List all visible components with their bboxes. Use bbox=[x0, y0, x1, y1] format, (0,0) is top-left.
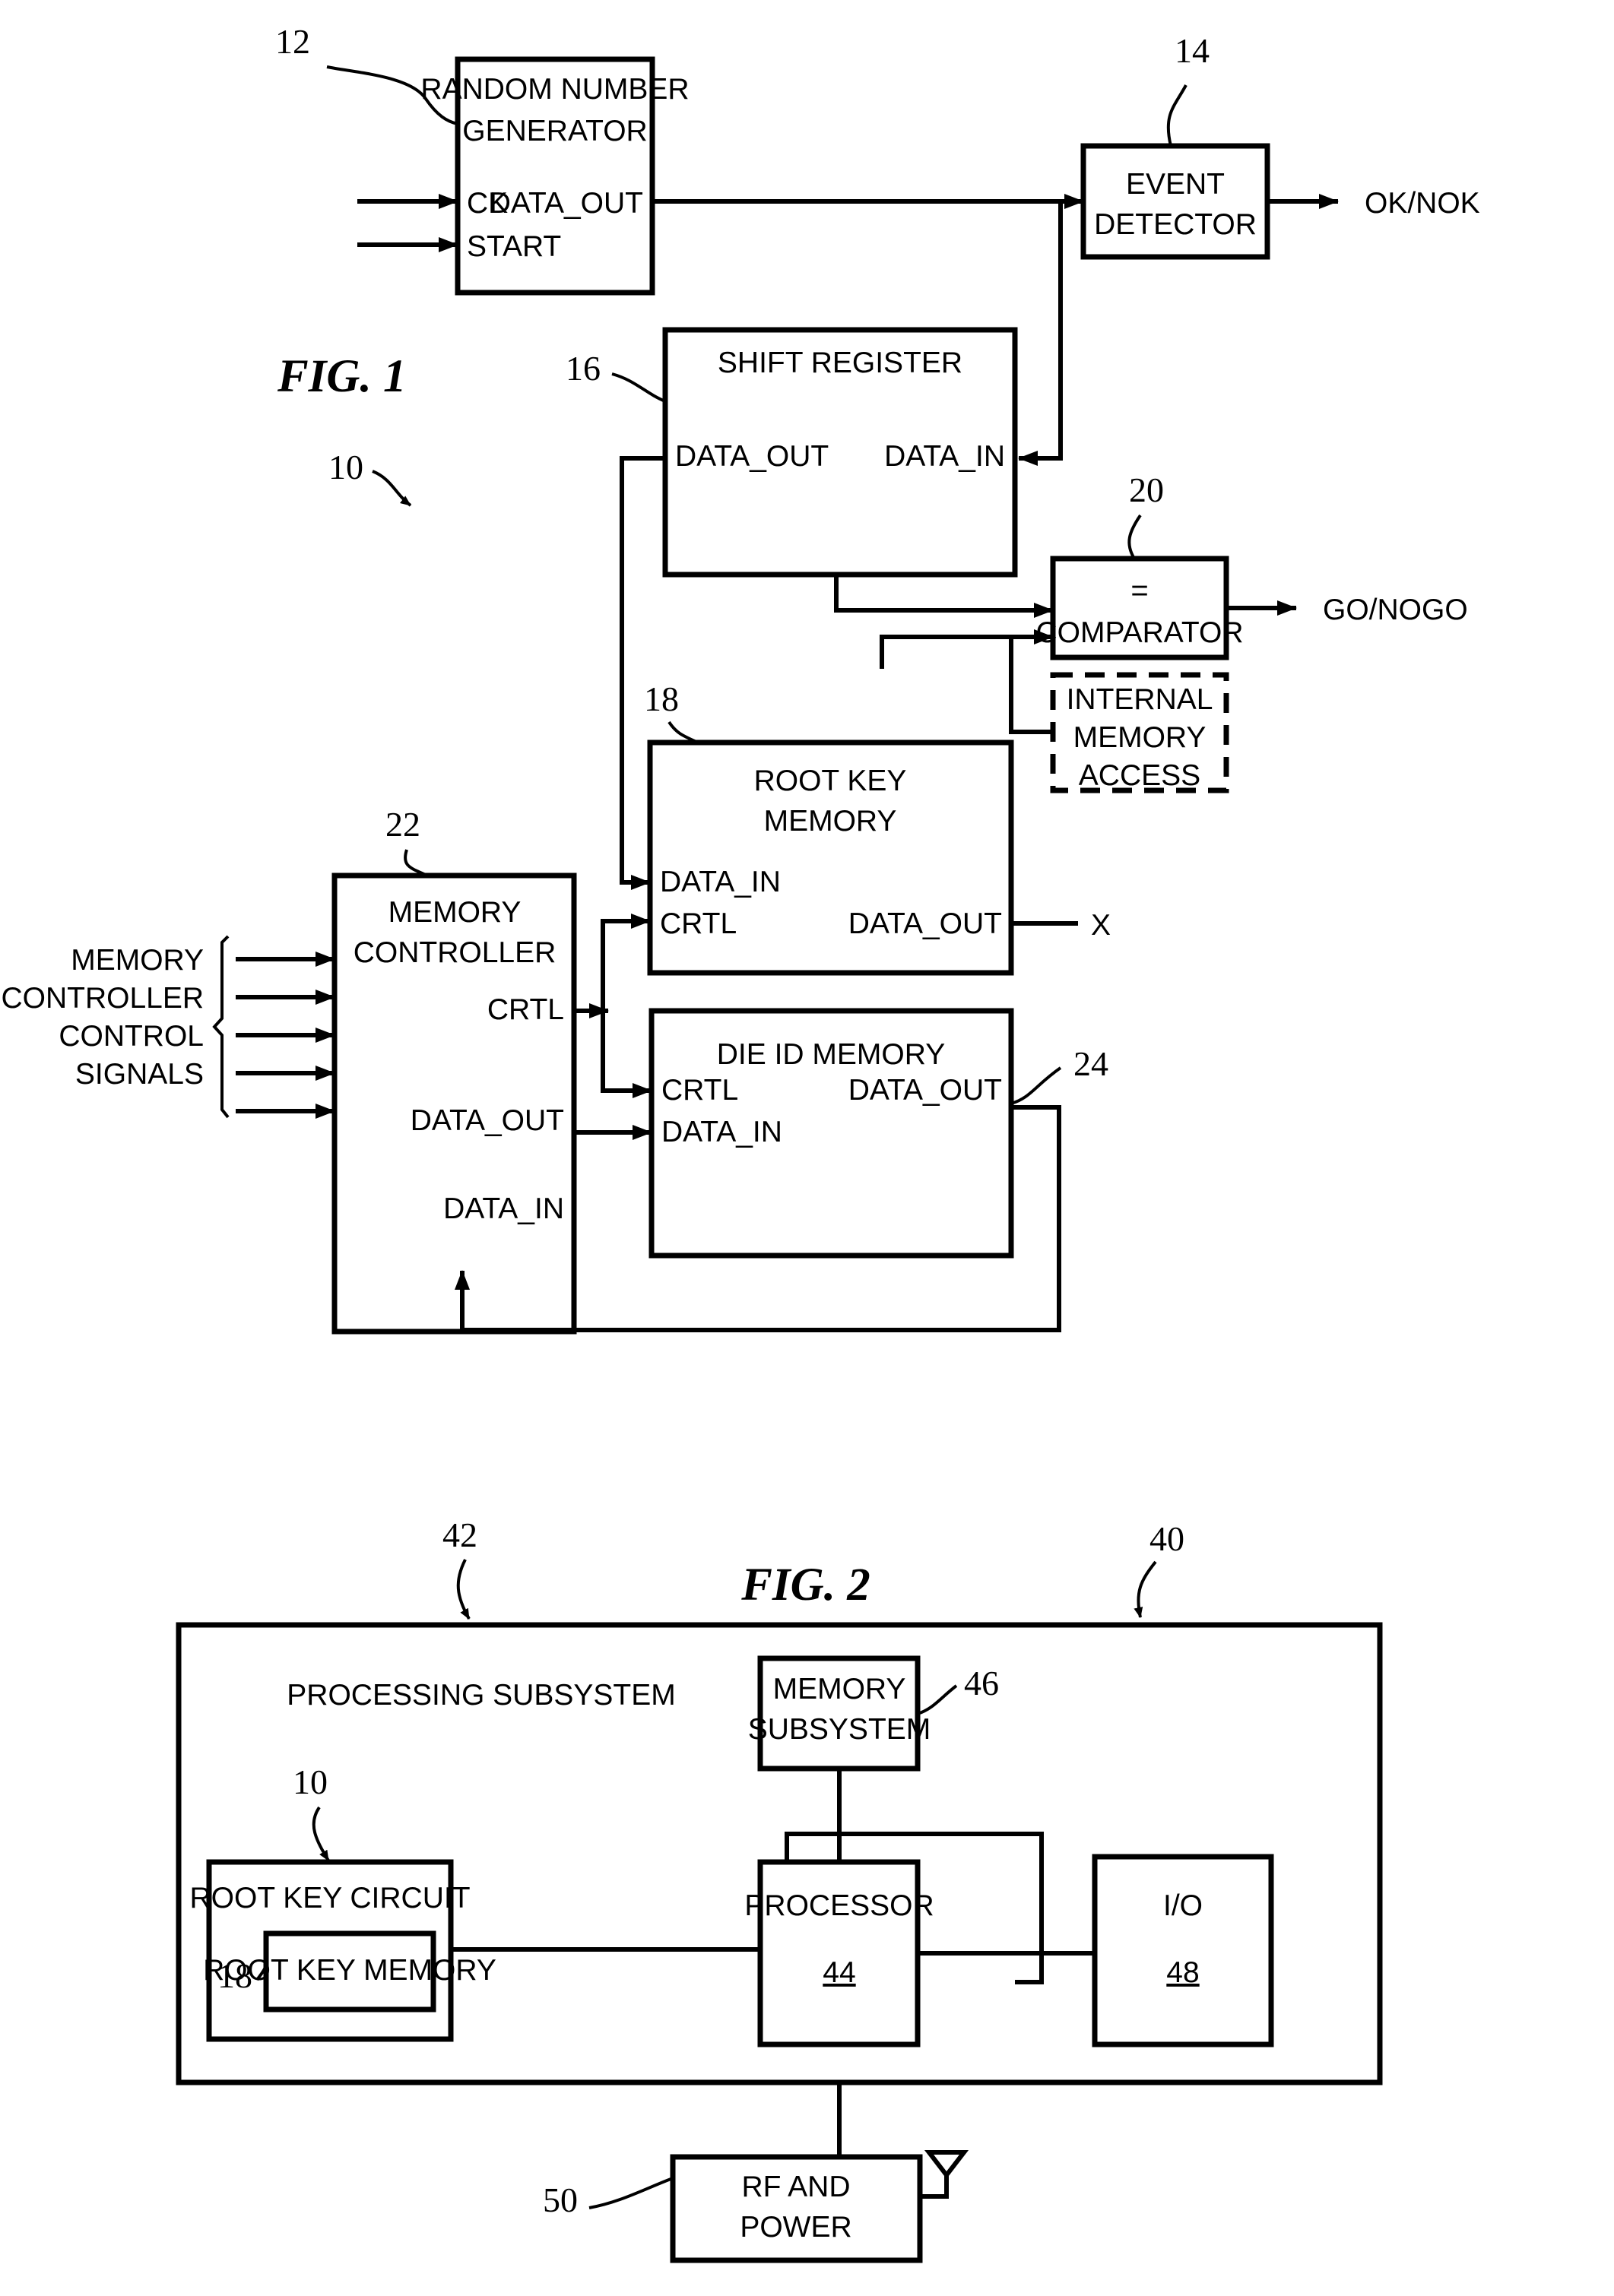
io-title: I/O bbox=[1163, 1889, 1203, 1922]
rng-port-start: START bbox=[467, 230, 561, 263]
bus-label-line2: CONTROLLER bbox=[1, 982, 204, 1015]
ima-line2: MEMORY bbox=[1073, 721, 1207, 754]
ref-50: 50 bbox=[543, 2180, 578, 2219]
processing-subsystem-title: PROCESSING SUBSYSTEM bbox=[287, 1679, 675, 1712]
rf-power-line1: RF AND bbox=[741, 2171, 850, 2203]
mc-port-dataout: DATA_OUT bbox=[411, 1104, 564, 1137]
event-title-line2: DETECTOR bbox=[1094, 208, 1257, 241]
ref-42: 42 bbox=[442, 1515, 477, 1554]
mc-title-line2: CONTROLLER bbox=[354, 936, 556, 969]
comparator-output-label: GO/NOGO bbox=[1323, 594, 1468, 626]
rkm-port-crtl: CRTL bbox=[660, 907, 737, 940]
processor-ref-number: 44 bbox=[823, 1956, 855, 1989]
fig2-ref-40: 40 bbox=[1149, 1519, 1184, 1558]
fig1-ref-10: 10 bbox=[328, 448, 363, 486]
shift-register-title: SHIFT REGISTER bbox=[718, 347, 962, 379]
rkm-title-line1: ROOT KEY bbox=[754, 765, 907, 797]
bus-label-line3: CONTROL bbox=[59, 1020, 204, 1053]
rkm-output-x: X bbox=[1091, 909, 1111, 942]
did-port-dataout: DATA_OUT bbox=[848, 1074, 1002, 1107]
ima-line3: ACCESS bbox=[1079, 759, 1200, 792]
ref-18-fig2: 18 bbox=[217, 1956, 252, 1995]
comparator-equals-symbol: = bbox=[1130, 574, 1148, 607]
event-title-line1: EVENT bbox=[1126, 168, 1225, 201]
rng-title-line2: GENERATOR bbox=[462, 115, 647, 147]
memory-subsystem-line2: SUBSYSTEM bbox=[748, 1713, 931, 1746]
root-key-circuit-title: ROOT KEY CIRCUIT bbox=[189, 1882, 470, 1914]
event-output-label: OK/NOK bbox=[1365, 187, 1480, 220]
block-io bbox=[1092, 1854, 1274, 2047]
ref-22: 22 bbox=[385, 805, 420, 844]
ref-12: 12 bbox=[275, 22, 310, 61]
mc-title-line1: MEMORY bbox=[388, 896, 522, 929]
rng-title-line1: RANDOM NUMBER bbox=[420, 73, 689, 106]
antenna-icon bbox=[924, 2150, 969, 2179]
did-port-crtl: CRTL bbox=[661, 1074, 738, 1107]
processor-title: PROCESSOR bbox=[744, 1889, 934, 1922]
rkm-port-dataout: DATA_OUT bbox=[848, 907, 1002, 940]
ima-line1: INTERNAL bbox=[1067, 683, 1213, 716]
ref-24: 24 bbox=[1073, 1044, 1108, 1083]
did-title: DIE ID MEMORY bbox=[717, 1038, 945, 1071]
comparator-title: COMPARATOR bbox=[1035, 616, 1243, 649]
rf-power-line2: POWER bbox=[740, 2211, 851, 2244]
memory-subsystem-line1: MEMORY bbox=[773, 1673, 906, 1705]
figure-canvas: RANDOM NUMBER GENERATOR CK START DATA_OU… bbox=[1, 22, 1480, 2263]
mc-port-crtl: CRTL bbox=[487, 993, 564, 1026]
rkm-title-line2: MEMORY bbox=[764, 805, 897, 838]
rkm-port-datain: DATA_IN bbox=[660, 866, 781, 898]
patent-figure-sheet: RANDOM NUMBER GENERATOR CK START DATA_OU… bbox=[0, 0, 1614, 2296]
ref-10-fig2: 10 bbox=[293, 1762, 328, 1801]
bus-label-line1: MEMORY bbox=[71, 944, 204, 977]
bus-label-line4: SIGNALS bbox=[75, 1058, 204, 1091]
did-port-datain: DATA_IN bbox=[661, 1116, 782, 1148]
mc-port-datain: DATA_IN bbox=[443, 1192, 564, 1225]
ref-16: 16 bbox=[566, 349, 601, 388]
fig1-caption: FIG. 1 bbox=[277, 351, 406, 402]
ref-20: 20 bbox=[1129, 470, 1164, 509]
shift-port-dataout: DATA_OUT bbox=[675, 440, 829, 473]
fig2-caption: FIG. 2 bbox=[740, 1560, 870, 1610]
rng-port-dataout: DATA_OUT bbox=[490, 187, 643, 220]
ref-18: 18 bbox=[644, 679, 679, 718]
ref-46: 46 bbox=[964, 1664, 999, 1702]
ref-14: 14 bbox=[1175, 31, 1210, 70]
io-ref-number: 48 bbox=[1166, 1956, 1199, 1989]
shift-port-datain: DATA_IN bbox=[884, 440, 1005, 473]
